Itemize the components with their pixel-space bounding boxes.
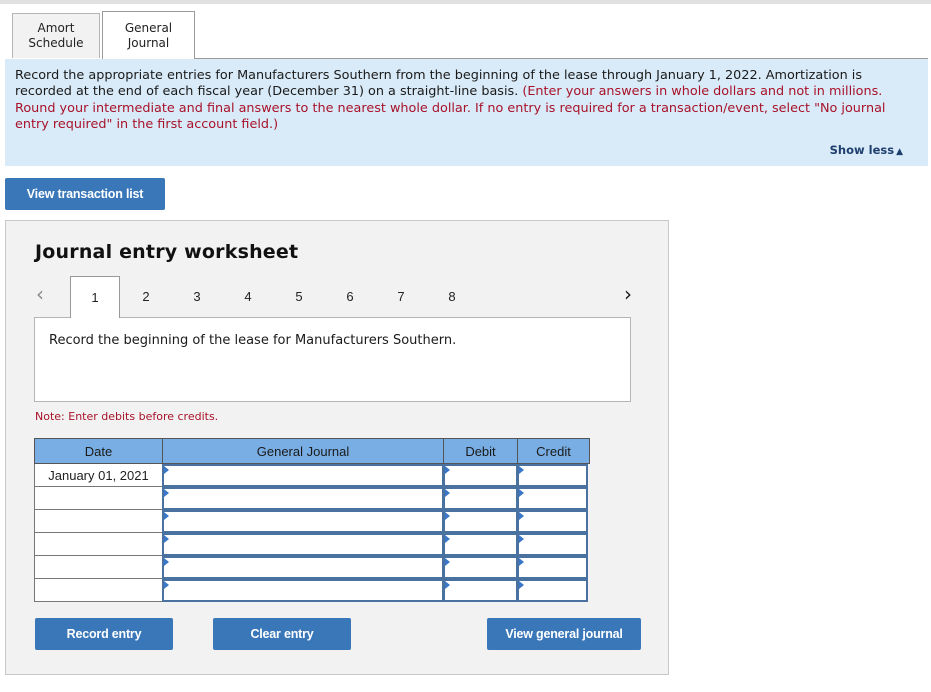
- debit-input[interactable]: [443, 556, 518, 579]
- debit-input[interactable]: [443, 579, 518, 602]
- debit-input[interactable]: [443, 464, 518, 487]
- tab-label-line2: Journal: [127, 35, 170, 50]
- chevron-right-icon[interactable]: ›: [624, 282, 632, 306]
- transaction-description: Record the beginning of the lease for Ma…: [49, 333, 457, 348]
- column-header-credit: Credit: [536, 443, 571, 459]
- step-tab-1[interactable]: 1: [70, 276, 120, 318]
- tab-label-line1: General: [124, 20, 173, 35]
- triangle-up-icon: ▲: [896, 147, 903, 157]
- credit-input[interactable]: [517, 556, 588, 579]
- credit-input[interactable]: [517, 464, 588, 487]
- debits-note: Note: Enter debits before credits.: [35, 410, 219, 423]
- show-less-label: Show less: [829, 143, 895, 157]
- table-row: [34, 510, 590, 533]
- credit-input[interactable]: [517, 510, 588, 533]
- date-cell: [34, 487, 163, 510]
- credit-input[interactable]: [517, 579, 588, 602]
- tab-general-journal[interactable]: General Journal: [102, 11, 195, 59]
- step-tab-4[interactable]: 4: [223, 276, 273, 317]
- tab-label-line2: Schedule: [28, 36, 84, 50]
- step-tab-6[interactable]: 6: [325, 276, 375, 317]
- instructions-text: Record the appropriate entries for Manuf…: [15, 68, 920, 133]
- tab-label-line1: Amort: [37, 21, 75, 35]
- table-row: [34, 487, 590, 510]
- view-transaction-list-button[interactable]: View transaction list: [5, 178, 165, 210]
- account-input[interactable]: [162, 487, 444, 510]
- column-header-general-journal: General Journal: [163, 439, 444, 463]
- column-header-debit: Debit: [444, 439, 518, 463]
- table-row: [34, 533, 590, 556]
- journal-entry-worksheet: Journal entry worksheet ‹ 1 2 3 4 5 6 7 …: [5, 220, 669, 675]
- step-tab-2[interactable]: 2: [121, 276, 171, 317]
- top-bar: [0, 0, 931, 4]
- date-cell: [34, 510, 163, 533]
- account-input[interactable]: [162, 579, 444, 602]
- date-cell: January 01, 2021: [34, 464, 163, 487]
- clear-entry-button[interactable]: Clear entry: [213, 618, 351, 650]
- grid-header: Date General Journal Debit Credit: [34, 438, 590, 464]
- debit-input[interactable]: [443, 510, 518, 533]
- date-cell: [34, 533, 163, 556]
- table-row: January 01, 2021: [34, 464, 590, 487]
- account-input[interactable]: [162, 510, 444, 533]
- account-input[interactable]: [162, 556, 444, 579]
- account-input[interactable]: [162, 533, 444, 556]
- table-row: [34, 579, 590, 602]
- record-entry-button[interactable]: Record entry: [35, 618, 173, 650]
- step-tab-8[interactable]: 8: [427, 276, 477, 317]
- column-header-date: Date: [35, 439, 163, 463]
- instructions-panel: Record the appropriate entries for Manuf…: [5, 59, 928, 166]
- view-general-journal-button[interactable]: View general journal: [487, 618, 641, 650]
- tab-amort-schedule[interactable]: Amort Schedule: [12, 13, 100, 58]
- worksheet-title: Journal entry worksheet: [35, 241, 299, 263]
- debit-input[interactable]: [443, 533, 518, 556]
- credit-input[interactable]: [517, 533, 588, 556]
- table-row: [34, 556, 590, 579]
- step-tab-7[interactable]: 7: [376, 276, 426, 317]
- step-tab-5[interactable]: 5: [274, 276, 324, 317]
- step-tab-3[interactable]: 3: [172, 276, 222, 317]
- chevron-left-icon[interactable]: ‹: [36, 282, 44, 306]
- date-cell: [34, 579, 163, 602]
- transaction-description-box: Record the beginning of the lease for Ma…: [34, 317, 631, 402]
- date-cell: [34, 556, 163, 579]
- account-input[interactable]: [162, 464, 444, 487]
- debit-input[interactable]: [443, 487, 518, 510]
- show-less-link[interactable]: Show less ▲: [830, 143, 903, 157]
- credit-input[interactable]: [517, 487, 588, 510]
